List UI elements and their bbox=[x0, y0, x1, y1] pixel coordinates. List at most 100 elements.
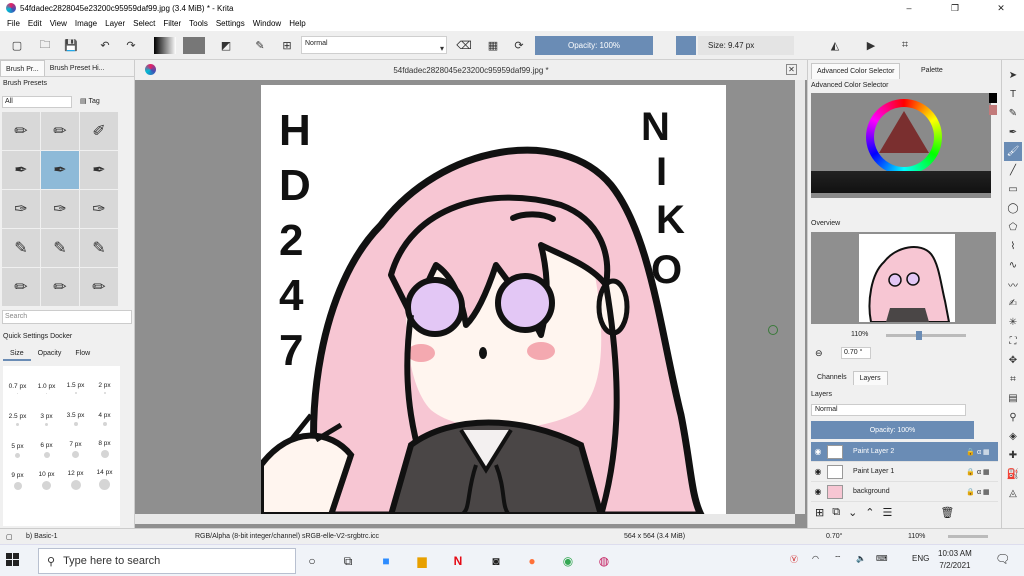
menu-file[interactable]: File bbox=[3, 19, 24, 28]
menu-select[interactable]: Select bbox=[129, 19, 159, 28]
preset-filter-select[interactable]: All bbox=[2, 96, 72, 108]
eye-icon[interactable]: ◉ bbox=[811, 447, 825, 456]
size-option[interactable]: 14 px bbox=[90, 462, 119, 494]
size-option[interactable]: 1.0 px bbox=[32, 366, 61, 398]
size-option[interactable]: 0.7 px bbox=[3, 366, 32, 398]
pattern-swatch[interactable] bbox=[183, 37, 205, 54]
size-option[interactable]: 8 px bbox=[90, 430, 119, 462]
taskbar-clock[interactable]: 10:03 AM 7/2/2021 bbox=[938, 548, 972, 572]
rotation-icon[interactable]: ⊖ bbox=[815, 348, 823, 359]
notifications-icon[interactable]: 🗨 bbox=[995, 552, 1010, 566]
freehand-path-tool-icon[interactable]: 〰 bbox=[1004, 275, 1022, 294]
fill-tool-icon[interactable]: ⛽ bbox=[1004, 465, 1022, 484]
size-option[interactable]: 9 px bbox=[3, 462, 32, 494]
brush-preset-tile[interactable]: ✎ bbox=[2, 229, 40, 267]
size-option[interactable]: 12 px bbox=[61, 462, 90, 494]
layer-row-background[interactable]: ◉ background 🔒 α ▦ bbox=[811, 482, 998, 502]
layer-blend-select[interactable]: Normal bbox=[811, 404, 966, 416]
assistant-tool-icon[interactable]: ◬ bbox=[1004, 484, 1022, 503]
status-zoom-slider[interactable] bbox=[948, 535, 988, 538]
size-slider-fill[interactable] bbox=[676, 36, 696, 55]
cortana-icon[interactable]: ○ bbox=[302, 551, 322, 571]
brush-search-input[interactable]: Search bbox=[2, 310, 132, 324]
line-tool-icon[interactable]: ╱ bbox=[1004, 161, 1022, 180]
vertical-scrollbar[interactable] bbox=[795, 80, 805, 514]
crop-tool-icon[interactable]: ⌗ bbox=[1004, 370, 1022, 389]
overview-panel[interactable] bbox=[811, 232, 996, 324]
eraser-icon[interactable]: ⌫ bbox=[455, 37, 473, 54]
taskbar-search-input[interactable]: ⚲ Type here to search bbox=[38, 548, 296, 574]
transform-tool-icon[interactable]: ⛶ bbox=[1004, 332, 1022, 351]
close-button[interactable]: ✕ bbox=[978, 0, 1024, 16]
tab-palette[interactable]: Palette bbox=[916, 63, 948, 78]
tab-brush-preset-history[interactable]: Brush Preset Hi... bbox=[45, 60, 110, 76]
chevron-down-icon[interactable]: ▾ bbox=[437, 40, 447, 57]
crop-wrap-icon[interactable]: ⌗ bbox=[896, 37, 914, 54]
menu-filter[interactable]: Filter bbox=[159, 19, 185, 28]
gradient-swatch[interactable] bbox=[154, 37, 176, 54]
opacity-slider[interactable]: Opacity: 100% bbox=[535, 36, 653, 55]
brush-preset-tile[interactable]: ✑ bbox=[2, 190, 40, 228]
undo-icon[interactable]: ↶ bbox=[96, 37, 114, 54]
menu-view[interactable]: View bbox=[46, 19, 71, 28]
menu-edit[interactable]: Edit bbox=[24, 19, 46, 28]
size-option[interactable]: 2 px bbox=[90, 366, 119, 398]
windows-start-icon[interactable] bbox=[6, 553, 20, 567]
color-picker-tool-icon[interactable]: ⚲ bbox=[1004, 408, 1022, 427]
smart-patch-tool-icon[interactable]: ✚ bbox=[1004, 446, 1022, 465]
brush-preset-tile[interactable]: ✏ bbox=[41, 112, 79, 150]
brush-preset-tile[interactable]: ✑ bbox=[41, 190, 79, 228]
layer-properties-icon[interactable]: ☰ bbox=[883, 506, 893, 522]
blend-mode-select[interactable]: Normal bbox=[301, 36, 447, 54]
wifi-icon[interactable]: ⌔ bbox=[834, 554, 842, 564]
layer-opacity-slider[interactable]: Opacity: 100% bbox=[811, 421, 974, 439]
antivirus-tray-icon[interactable]: Ⓥ bbox=[790, 554, 798, 565]
color-history-strip[interactable] bbox=[811, 171, 991, 193]
multibrush-tool-icon[interactable]: ✳ bbox=[1004, 313, 1022, 332]
layer-row-paint-layer-1[interactable]: ◉ Paint Layer 1 🔒 α ▦ bbox=[811, 462, 998, 482]
volume-icon[interactable]: 🔈 bbox=[856, 554, 866, 563]
minimize-button[interactable]: – bbox=[886, 0, 932, 16]
size-option[interactable]: 1.5 px bbox=[61, 366, 90, 398]
rotation-input[interactable]: 0.70 ° bbox=[841, 347, 871, 359]
size-option[interactable]: 3 px bbox=[32, 398, 61, 430]
layer-lock-alpha-icons[interactable]: 🔒 α ▦ bbox=[958, 448, 998, 456]
size-option[interactable]: 10 px bbox=[32, 462, 61, 494]
edit-shapes-tool-icon[interactable]: ✎ bbox=[1004, 104, 1022, 123]
close-document-icon[interactable]: ✕ bbox=[786, 64, 797, 75]
alpha-lock-icon[interactable]: ▦ bbox=[484, 37, 502, 54]
task-view-icon[interactable]: ⧉ bbox=[338, 551, 358, 571]
bezier-tool-icon[interactable]: ∿ bbox=[1004, 256, 1022, 275]
size-option[interactable]: 3.5 px bbox=[61, 398, 90, 430]
chrome-icon[interactable]: ◉ bbox=[558, 551, 578, 571]
add-layer-icon[interactable]: ⊞ bbox=[815, 506, 824, 522]
redo-icon[interactable]: ↷ bbox=[122, 37, 140, 54]
language-tray-icon[interactable]: ⌨ bbox=[876, 554, 888, 563]
calligraphy-tool-icon[interactable]: ✒ bbox=[1004, 123, 1022, 142]
firefox-icon[interactable]: ● bbox=[522, 551, 542, 571]
menu-tools[interactable]: Tools bbox=[185, 19, 212, 28]
duplicate-layer-icon[interactable]: ⧉ bbox=[832, 506, 840, 522]
background-color-swatch[interactable] bbox=[989, 105, 997, 115]
open-folder-icon[interactable]: 🗀 bbox=[36, 37, 54, 54]
maximize-button[interactable]: ❐ bbox=[932, 0, 978, 16]
gradient-tool-icon[interactable]: ▤ bbox=[1004, 389, 1022, 408]
rectangle-tool-icon[interactable]: ▭ bbox=[1004, 180, 1022, 199]
brush-preset-tile[interactable]: ✏ bbox=[2, 268, 40, 306]
color-selector[interactable] bbox=[811, 93, 997, 198]
brush-preset-tile[interactable]: ✒ bbox=[2, 151, 40, 189]
tab-size[interactable]: Size bbox=[3, 348, 31, 361]
layer-lock-alpha-icons[interactable]: 🔒 α ▦ bbox=[958, 488, 998, 496]
tab-opacity[interactable]: Opacity bbox=[31, 348, 69, 361]
menu-layer[interactable]: Layer bbox=[101, 19, 129, 28]
canvas-area[interactable]: 54fdadec2828045e23200c95959daf99.jpg * ✕ bbox=[135, 60, 807, 528]
menu-image[interactable]: Image bbox=[71, 19, 101, 28]
freehand-brush-tool-icon[interactable]: 🖌 bbox=[1004, 142, 1022, 161]
brush-preset-tile[interactable]: ✑ bbox=[80, 190, 118, 228]
eye-icon[interactable]: ◉ bbox=[811, 467, 825, 476]
brush-preset-tile[interactable]: ✎ bbox=[80, 229, 118, 267]
zoom-app-icon[interactable]: ■ bbox=[376, 551, 396, 571]
brush-preset-tile[interactable]: ✎ bbox=[41, 229, 79, 267]
move-down-icon[interactable]: ⌄ bbox=[848, 506, 857, 522]
size-slider[interactable]: Size: 9.47 px bbox=[698, 36, 794, 55]
